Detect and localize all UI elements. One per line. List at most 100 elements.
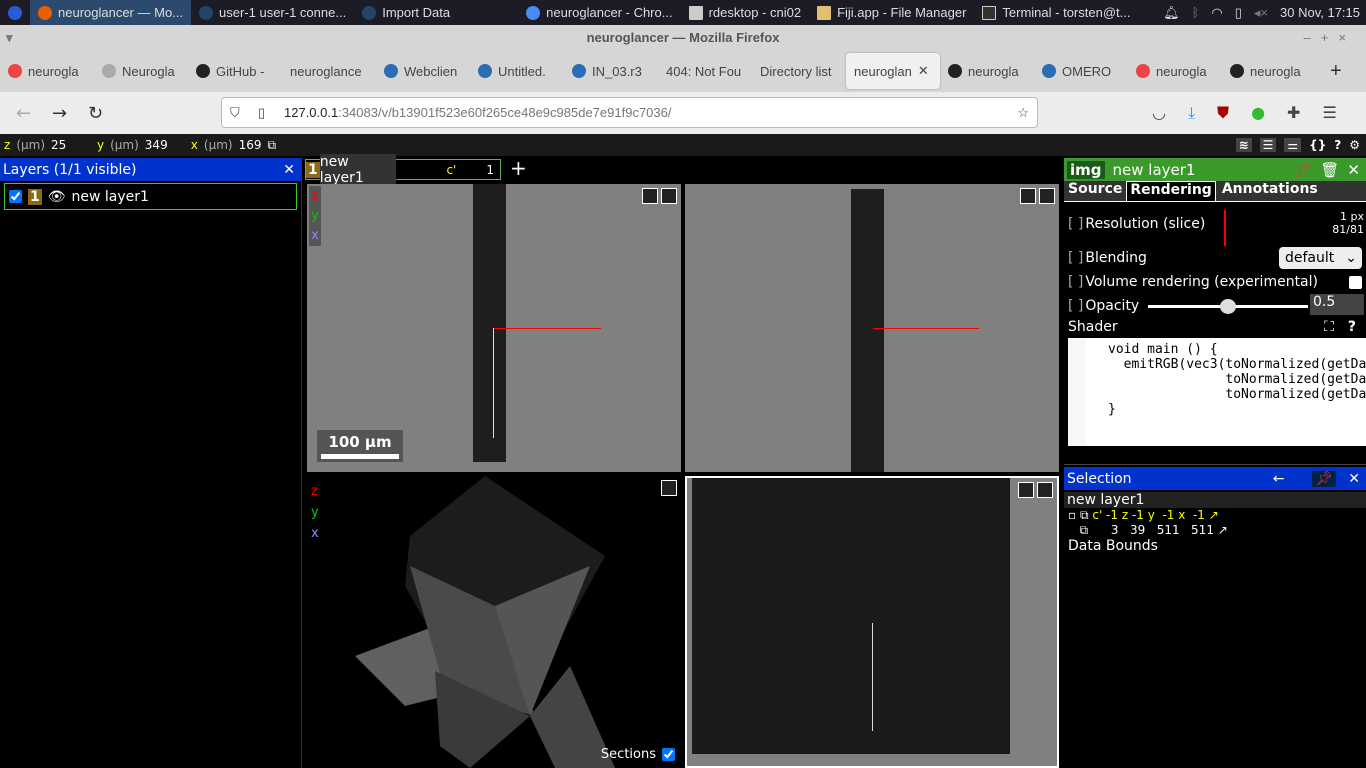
crosshair <box>493 328 601 329</box>
browser-tab[interactable]: neuroglance <box>282 53 376 89</box>
json-icon[interactable]: {} <box>1309 138 1326 152</box>
window-controls[interactable]: –+× <box>1304 25 1356 50</box>
close-tab-icon[interactable]: ✕ <box>918 63 929 79</box>
close-icon[interactable]: ✕ <box>283 162 295 178</box>
selection-row-max[interactable]: 3 39 511 511 ↗ <box>1111 523 1228 537</box>
browser-tab[interactable]: 404: Not Fou <box>658 53 752 89</box>
resolution-label: Resolution (slice) <box>1085 216 1206 232</box>
window-menu-icon[interactable]: ▾ <box>6 25 13 50</box>
url-host: 127.0.0.1 <box>284 105 339 120</box>
volume-rendering-checkbox[interactable] <box>1349 275 1362 289</box>
forward-icon[interactable]: → <box>52 103 67 124</box>
task-rdesktop[interactable]: rdesktop - cni02 <box>681 0 810 25</box>
task-import[interactable]: Import Data <box>354 0 458 25</box>
tab-label: OMERO <box>1062 63 1112 79</box>
battery-icon[interactable]: ▯ <box>1235 5 1242 21</box>
z-coordinate[interactable]: 25 <box>51 138 91 152</box>
x-coordinate[interactable]: 169 <box>239 138 262 152</box>
shader-line: emitRGB(vec3(toNormalized(getDat <box>1108 357 1366 372</box>
browser-tab[interactable]: neurogla <box>1128 53 1222 89</box>
panel-controls[interactable] <box>1018 482 1053 498</box>
yz-slice-view[interactable] <box>685 476 1059 768</box>
launcher-icon[interactable] <box>0 0 30 25</box>
opacity-slider-handle[interactable] <box>1220 299 1236 314</box>
wifi-icon[interactable]: ◠ <box>1211 5 1222 21</box>
browser-tab[interactable]: neurogla <box>0 53 94 89</box>
layer-visible-checkbox[interactable] <box>9 190 22 203</box>
copy-icon[interactable]: ⧉ <box>268 138 277 153</box>
shader-help-button[interactable]: ? <box>1348 319 1356 335</box>
tab-rendering[interactable]: Rendering <box>1126 181 1216 201</box>
xy-slice-view[interactable]: zyx 100 µm <box>307 184 681 472</box>
url-bar[interactable]: ⛉ ▯ 127.0.0.1:34083/v/b13901f523e60f265c… <box>221 97 1038 128</box>
help-icon[interactable]: ? <box>1334 138 1341 152</box>
shader-line: toNormalized(getDat <box>1108 387 1366 402</box>
y-coordinate[interactable]: 349 <box>145 138 185 152</box>
bookmark-star-icon[interactable]: ☆ <box>1017 98 1029 127</box>
ublock-icon[interactable]: ⛊ <box>1217 103 1229 123</box>
sections-checkbox[interactable] <box>662 748 675 761</box>
task-firefox[interactable]: neuroglancer — Mo... <box>30 0 192 25</box>
task-filemanager[interactable]: Fiji.app - File Manager <box>809 0 974 25</box>
layer-item[interactable]: 1 👁︎ new layer1 <box>4 183 297 210</box>
url-path: :34083/v/b13901f523e60f265ce48e9c985de7e… <box>338 105 672 120</box>
browser-tab[interactable]: OMERO <box>1034 53 1128 89</box>
firefox-icon <box>38 5 52 20</box>
browser-tab[interactable]: GitHub - <box>188 53 282 89</box>
3d-view[interactable]: zyx Sections <box>305 476 681 768</box>
back-icon[interactable]: ← <box>16 103 31 124</box>
settings-gear-icon[interactable]: ⚙ <box>1349 138 1360 152</box>
pin-icon[interactable]: 📌︎ <box>1293 161 1312 179</box>
tab-annotations[interactable]: Annotations <box>1216 181 1324 201</box>
pin-icon[interactable]: 📌︎ <box>1312 470 1337 487</box>
browser-tab[interactable]: Webclien <box>376 53 470 89</box>
trash-icon[interactable]: 🗑︎ <box>1320 161 1339 179</box>
task-chrome[interactable]: neuroglancer - Chro... <box>518 0 680 25</box>
eye-icon[interactable]: 👁︎ <box>48 189 66 205</box>
opacity-label: Opacity <box>1085 298 1140 314</box>
back-arrow-icon[interactable]: ← <box>1273 471 1285 487</box>
task-user[interactable]: user-1 user-1 conne... <box>191 0 354 25</box>
extensions-icon[interactable]: ✚ <box>1287 103 1300 123</box>
panel-controls[interactable] <box>661 480 677 496</box>
layer-name-input[interactable]: new layer1 <box>1113 161 1196 179</box>
new-tab-button[interactable]: + <box>1330 60 1342 83</box>
reload-icon[interactable]: ↻ <box>88 103 103 124</box>
clock[interactable]: 30 Nov, 17:15 <box>1280 5 1360 20</box>
pocket-icon[interactable]: ◡ <box>1152 103 1166 123</box>
xz-slice-view[interactable] <box>685 184 1059 472</box>
list-icon[interactable]: ☰ <box>1259 138 1277 152</box>
browser-tab[interactable]: Untitled. <box>470 53 564 89</box>
layer-name[interactable]: new layer1 <box>72 189 149 205</box>
add-layer-button[interactable]: + <box>510 156 527 180</box>
channel-value[interactable]: 1 <box>486 163 494 177</box>
chrome-icon <box>526 5 541 20</box>
fullscreen-icon[interactable]: ⛶ <box>1324 319 1334 335</box>
sliders-icon[interactable]: ⚌ <box>1284 138 1302 152</box>
shader-editor[interactable]: void main () { emitRGB(vec3(toNormalized… <box>1068 338 1366 446</box>
javascript-toggle-icon[interactable]: ● <box>1251 103 1265 123</box>
selection-row-min[interactable]: c' -1 z -1 y -1 x -1 ↗ <box>1092 508 1218 522</box>
browser-tab[interactable]: neurogla <box>1222 53 1316 89</box>
layer-bar-item[interactable]: 1 new layer1 c' 1 <box>305 153 501 186</box>
task-terminal[interactable]: Terminal - torsten@t... <box>974 0 1138 25</box>
bell-icon[interactable]: 🔔︎ <box>1163 5 1180 21</box>
browser-tab[interactable]: neuroglan ✕ <box>846 53 940 89</box>
bluetooth-icon[interactable]: ᛒ <box>1192 5 1200 20</box>
close-icon[interactable]: ✕ <box>1347 161 1360 179</box>
panel-controls[interactable] <box>1020 188 1055 204</box>
download-icon[interactable]: ⤓ <box>1188 103 1195 123</box>
volume-icon[interactable]: ◂× <box>1254 5 1268 21</box>
browser-tab[interactable]: Directory list <box>752 53 846 89</box>
menu-icon[interactable]: ☰ <box>1322 103 1336 123</box>
panel-controls[interactable] <box>642 188 677 204</box>
close-icon[interactable]: ✕ <box>1348 471 1360 487</box>
opacity-input[interactable]: 0.5 <box>1310 294 1364 315</box>
browser-tab[interactable]: neurogla <box>940 53 1034 89</box>
tab-source[interactable]: Source <box>1064 181 1126 201</box>
blending-select[interactable]: default ⌄ <box>1279 247 1362 269</box>
browser-tab[interactable]: IN_03.r3 <box>564 53 658 89</box>
position-bar: z (μm) 25 y (μm) 349 x (μm) 169 ⧉ ≋ ☰ ⚌ {}? ⚙ <box>0 134 1366 156</box>
browser-tab[interactable]: Neurogla <box>94 53 188 89</box>
layers-icon[interactable]: ≋ <box>1235 138 1252 152</box>
